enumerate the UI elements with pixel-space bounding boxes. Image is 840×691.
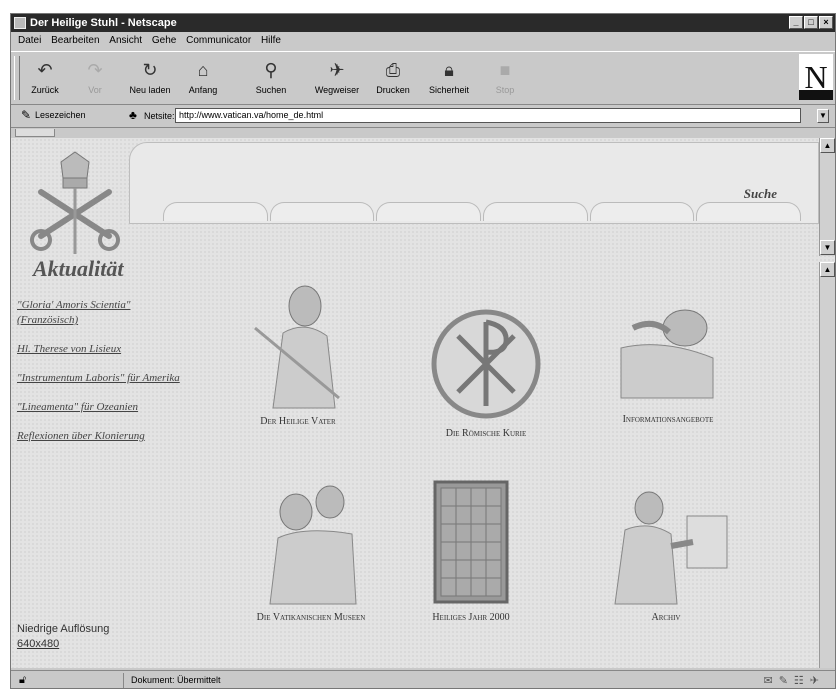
security-status-icon[interactable]: 🔓︎ <box>19 674 26 687</box>
banner-tab[interactable] <box>589 202 695 221</box>
menu-gehe[interactable]: Gehe <box>152 33 176 49</box>
home-icon: ⌂ <box>197 60 209 80</box>
item-information[interactable]: Informationsangebote <box>593 288 743 425</box>
search-icon: ⚲ <box>264 60 278 80</box>
navigation-toolbar: ↶ Zurück ↷ Vor ↻ Neu laden ⌂ Anfang ⚲ Su… <box>11 51 835 105</box>
location-bar: ✎ Lesezeichen ♣ Netsite: http://www.vati… <box>11 106 835 128</box>
menu-datei[interactable]: Datei <box>18 33 41 49</box>
security-button[interactable]: 🔒︎ Sicherheit <box>425 56 473 102</box>
menu-bearbeiten[interactable]: Bearbeiten <box>51 33 99 49</box>
holy-door-icon <box>433 480 509 604</box>
search-link[interactable]: Suche <box>744 186 777 202</box>
main-scrollbar[interactable]: ▲ <box>819 262 835 668</box>
reload-icon: ↻ <box>142 60 158 80</box>
chi-rho-medallion-icon <box>431 309 541 419</box>
menu-ansicht[interactable]: Ansicht <box>109 33 142 49</box>
minimize-button[interactable]: _ <box>789 16 803 29</box>
news-link[interactable]: "Lineamenta" für Ozeanien <box>17 400 187 415</box>
item-roman-curia[interactable]: Die Römische Kurie <box>411 306 561 439</box>
lock-icon: 🔒︎ <box>444 60 454 80</box>
banner-tab[interactable] <box>163 202 268 221</box>
close-button[interactable]: × <box>819 16 833 29</box>
news-link[interactable]: Hl. Therese von Lisieux <box>17 342 187 357</box>
banner-tab[interactable] <box>483 202 588 221</box>
banner-tabs <box>163 202 803 222</box>
component-bar[interactable]: ✉✎☷✈ <box>763 674 825 687</box>
papal-keys-crest-icon[interactable] <box>27 148 123 256</box>
scroll-up-button[interactable]: ▲ <box>820 262 835 277</box>
back-button[interactable]: ↶ Zurück <box>21 56 69 102</box>
low-resolution-label: Niedrige Auflösung <box>17 623 110 635</box>
title-bar: Der Heilige Stuhl - Netscape _ □ × <box>11 14 835 32</box>
news-links: "Gloria' Amoris Scientia" (Französisch) … <box>17 298 187 458</box>
toolbar-grip[interactable] <box>14 56 20 100</box>
netscape-logo[interactable]: N <box>799 54 833 100</box>
browser-window: Der Heilige Stuhl - Netscape _ □ × Datei… <box>10 13 836 689</box>
forward-arrow-icon: ↷ <box>87 60 103 80</box>
home-button[interactable]: ⌂ Anfang <box>179 56 227 102</box>
forward-button[interactable]: ↷ Vor <box>71 56 119 102</box>
scroll-down-button[interactable]: ▼ <box>820 240 835 255</box>
pope-figure-icon <box>254 285 340 409</box>
item-holy-father[interactable]: Der Heilige Vater <box>233 278 363 427</box>
item-holy-year-2000[interactable]: Heiliges Jahr 2000 <box>416 478 526 623</box>
maximize-button[interactable]: □ <box>804 16 818 29</box>
status-text: Dokument: Übermittelt <box>131 675 221 685</box>
stop-button[interactable]: ■ Stop <box>481 56 529 102</box>
news-link[interactable]: Reflexionen über Klonierung <box>17 429 187 444</box>
back-arrow-icon: ↶ <box>37 60 53 80</box>
item-vatican-museums[interactable]: Die Vatikanischen Museen <box>221 478 401 623</box>
menu-bar: Datei Bearbeiten Ansicht Gehe Communicat… <box>11 33 835 49</box>
scroll-up-button[interactable]: ▲ <box>820 138 835 153</box>
bookmarks-button[interactable]: Lesezeichen <box>35 110 86 120</box>
netsite-label: Netsite: <box>144 111 175 121</box>
sleeping-figure-icon <box>620 309 714 399</box>
url-dropdown-button[interactable]: ▼ <box>817 109 829 123</box>
item-archive[interactable]: Archiv <box>591 486 741 623</box>
fresco-figures-icon <box>269 485 357 605</box>
low-resolution-link[interactable]: 640x480 <box>17 637 109 652</box>
menu-hilfe[interactable]: Hilfe <box>261 33 281 49</box>
section-title-aktualitaet: Aktualität <box>33 256 124 281</box>
print-icon: ⎙ <box>385 60 401 80</box>
header-scrollbar[interactable]: ▲ ▼ <box>819 138 835 256</box>
guide-button[interactable]: ✈ Wegweiser <box>313 56 361 102</box>
banner-tab[interactable] <box>376 202 482 221</box>
url-input[interactable]: http://www.vatican.va/home_de.html <box>175 108 801 123</box>
news-link[interactable]: "Gloria' Amoris Scientia" (Französisch) <box>17 298 187 328</box>
news-link[interactable]: "Instrumentum Laboris" für Amerika <box>17 371 187 386</box>
stop-icon: ■ <box>499 60 511 80</box>
reading-figure-icon <box>614 491 728 605</box>
header-frame: Suche ▲ ▼ <box>11 138 835 256</box>
search-button[interactable]: ⚲ Suchen <box>247 56 295 102</box>
low-resolution-section: Niedrige Auflösung 640x480 <box>17 622 109 652</box>
banner-tab[interactable] <box>696 202 802 221</box>
page-proxy-icon[interactable]: ♣ <box>129 108 137 122</box>
page-content: Suche ▲ ▼ Aktualität "Gloria' Amoris Sci… <box>11 138 835 668</box>
netscape-window-icon <box>14 17 26 29</box>
window-title: Der Heilige Stuhl - Netscape <box>30 17 177 29</box>
toolbar-collapse-tab[interactable] <box>15 129 55 137</box>
status-bar: 🔓︎ Dokument: Übermittelt ✉✎☷✈ <box>11 670 835 688</box>
banner-tab[interactable] <box>269 202 375 221</box>
bookmarks-icon: ✎ <box>21 108 32 122</box>
print-button[interactable]: ⎙ Drucken <box>369 56 417 102</box>
guide-icon: ✈ <box>329 60 345 80</box>
menu-communicator[interactable]: Communicator <box>186 33 251 49</box>
reload-button[interactable]: ↻ Neu laden <box>126 56 174 102</box>
